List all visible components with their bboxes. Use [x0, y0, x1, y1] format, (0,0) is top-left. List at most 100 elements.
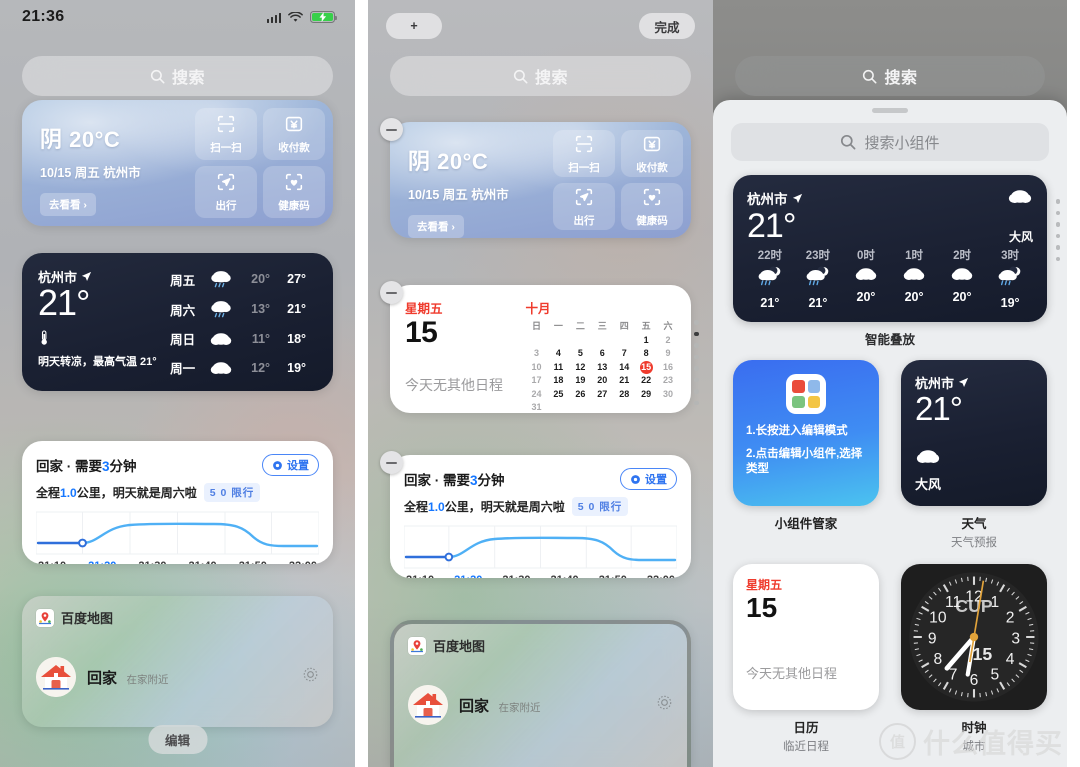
widget-baidu-map[interactable]: 百度地图 回家 在家附近	[390, 620, 691, 767]
page-dot[interactable]	[694, 320, 699, 325]
stack-page-dots[interactable]	[1055, 199, 1060, 261]
home-icon	[408, 685, 448, 725]
tile-preview[interactable]: 星期五 15 今天无其他日程	[733, 564, 879, 710]
calendar-empty-cell	[526, 334, 548, 348]
shortcut-travel[interactable]: 出行	[195, 166, 257, 218]
gear-icon[interactable]	[656, 694, 673, 716]
calendar-day-cell[interactable]: 11	[547, 361, 569, 375]
page-dot[interactable]	[694, 331, 699, 336]
tile-preview[interactable]: 1.长按进入编辑模式 2.点击编辑小组件,选择类型	[733, 360, 879, 506]
tile-preview[interactable]: 杭州市 21° 大风	[901, 360, 1047, 506]
forecast-low: 12°	[251, 360, 271, 375]
commute-settings-button[interactable]: 设置	[620, 468, 677, 490]
shortcut-pay[interactable]: 收付款	[263, 108, 325, 160]
widget-baidu-map[interactable]: 百度地图 回家 在家附近	[22, 596, 333, 727]
calendar-day-cell[interactable]: 31	[526, 401, 548, 413]
page-dot[interactable]	[694, 354, 699, 359]
tile-preview[interactable]: CUP 15 1 2 3 4 5 6 7 8 9 10 11 12	[901, 564, 1047, 710]
calendar-day-cell[interactable]: 25	[547, 388, 569, 402]
calendar-day-cell[interactable]: 3	[526, 347, 548, 361]
calendar-day-cell[interactable]: 28	[613, 388, 635, 402]
page-dot[interactable]	[1055, 222, 1060, 227]
gear-icon[interactable]	[302, 666, 319, 688]
page-dot[interactable]	[694, 400, 699, 405]
widget-weather-shortcuts-banner[interactable]: 阴 20°C 10/15 周五 杭州市 去看看 › 扫一扫 收付款 出行 健康码	[390, 122, 691, 238]
forecast-day: 周六	[170, 303, 196, 318]
calendar-day-cell[interactable]: 24	[526, 388, 548, 402]
page-dot[interactable]	[1055, 210, 1060, 215]
calendar-day-cell[interactable]: 13	[591, 361, 613, 375]
calendar-day-cell[interactable]: 29	[635, 388, 657, 402]
page-dot[interactable]	[694, 366, 699, 371]
search-bar[interactable]: 搜索	[390, 56, 691, 96]
calendar-day-cell[interactable]: 1	[635, 334, 657, 348]
widget-tile-manager[interactable]: 1.长按进入编辑模式 2.点击编辑小组件,选择类型 小组件管家	[733, 360, 879, 550]
weather-current: 杭州市 21° 明天转凉，最高气温 21°	[38, 267, 170, 379]
widget-weather-forecast[interactable]: 杭州市 21° 明天转凉，最高气温 21° 周五 20° 27° 周六 13° …	[22, 253, 333, 391]
search-icon	[863, 69, 877, 83]
banner-cta-button[interactable]: 去看看 ›	[40, 193, 96, 216]
calendar-day-cell[interactable]: 23	[657, 374, 679, 388]
calendar-day-cell[interactable]: 2	[657, 334, 679, 348]
calendar-day-cell[interactable]: 20	[591, 374, 613, 388]
commute-settings-label: 设置	[645, 474, 667, 486]
calendar-day-cell[interactable]: 19	[569, 374, 591, 388]
calendar-day-cell[interactable]: 6	[591, 347, 613, 361]
calendar-day-cell[interactable]: 16	[657, 361, 679, 375]
calendar-day-cell[interactable]: 15	[635, 360, 657, 375]
sheet-grabber[interactable]	[872, 108, 908, 113]
page-dot[interactable]	[694, 389, 699, 394]
widget-calendar[interactable]: 星期五 15 今天无其他日程 十月 日一二三四五六 1 2 3 4 5 6 7 8 9 10 11 12…	[390, 285, 691, 413]
search-bar[interactable]: 搜索	[735, 56, 1045, 96]
widget-tile-calendar[interactable]: 星期五 15 今天无其他日程 日历 临近日程	[733, 564, 879, 754]
widget-weather-shortcuts-banner[interactable]: 阴 20°C 10/15 周五 杭州市 去看看 › 扫一扫 收付款 出行 健康码	[22, 100, 333, 226]
page-dot[interactable]	[1055, 233, 1060, 238]
calendar-day-cell[interactable]: 4	[547, 347, 569, 361]
shortcut-travel[interactable]: 出行	[553, 183, 615, 230]
shortcut-pay[interactable]: 收付款	[621, 130, 683, 177]
calendar-day-cell[interactable]: 7	[613, 347, 635, 361]
calendar-day-cell[interactable]: 18	[547, 374, 569, 388]
page-dot[interactable]	[1055, 199, 1060, 204]
page-dot[interactable]	[1055, 245, 1060, 250]
calendar-day-cell[interactable]: 8	[635, 347, 657, 361]
remove-widget-button[interactable]	[380, 451, 403, 474]
calendar-day-cell[interactable]: 27	[591, 388, 613, 402]
shortcut-label: 健康码	[636, 214, 668, 227]
calendar-day-cell[interactable]: 26	[569, 388, 591, 402]
widget-page-dots[interactable]	[694, 320, 713, 405]
calendar-day-cell[interactable]: 14	[613, 361, 635, 375]
shortcut-health-code[interactable]: 健康码	[621, 183, 683, 230]
forecast-low: 11°	[251, 331, 271, 346]
edit-button[interactable]: 编辑	[147, 725, 208, 754]
search-bar[interactable]: 搜索	[22, 56, 333, 96]
page-dot[interactable]	[1055, 256, 1060, 261]
banner-cta-button[interactable]: 去看看 ›	[408, 215, 464, 238]
calendar-day-cell[interactable]: 5	[569, 347, 591, 361]
shortcut-scan[interactable]: 扫一扫	[195, 108, 257, 160]
page-dot[interactable]	[694, 377, 699, 382]
widget-commute[interactable]: 回家 · 需要3分钟 设置 全程1.0公里，明天就是周六啦 5 0 限行	[22, 441, 333, 564]
page-dot[interactable]	[694, 343, 699, 348]
calendar-day-cell[interactable]: 30	[657, 388, 679, 402]
shortcut-scan[interactable]: 扫一扫	[553, 130, 615, 177]
calendar-day-cell[interactable]: 21	[613, 374, 635, 388]
calendar-day-cell[interactable]: 10	[526, 361, 548, 375]
calendar-day-cell[interactable]: 22	[635, 374, 657, 388]
calendar-day-cell[interactable]: 12	[569, 361, 591, 375]
remove-widget-button[interactable]	[380, 281, 403, 304]
map-destination-row[interactable]: 回家 在家附近	[408, 685, 673, 725]
map-destination-row[interactable]: 回家 在家附近	[36, 657, 319, 697]
widget-tile-weather[interactable]: 杭州市 21° 大风 天气 天气预报	[901, 360, 1047, 550]
forecast-high: 19°	[287, 360, 307, 375]
commute-settings-button[interactable]: 设置	[262, 454, 319, 476]
done-button[interactable]: 完成	[639, 13, 695, 39]
widget-smart-stack[interactable]: 杭州市 21° 大风 22时 21° 23时 21° 0时 20° 1时 20°	[733, 175, 1047, 322]
calendar-day-cell[interactable]: 17	[526, 374, 548, 388]
calendar-day-cell[interactable]: 9	[657, 347, 679, 361]
widget-commute[interactable]: 回家 · 需要3分钟 设置 全程1.0公里，明天就是周六啦 5 0 限行	[390, 455, 691, 578]
add-widget-button[interactable]: +	[386, 13, 442, 39]
shortcut-health-code[interactable]: 健康码	[263, 166, 325, 218]
widget-search-input[interactable]: 搜索小组件	[731, 123, 1049, 161]
remove-widget-button[interactable]	[380, 118, 403, 141]
